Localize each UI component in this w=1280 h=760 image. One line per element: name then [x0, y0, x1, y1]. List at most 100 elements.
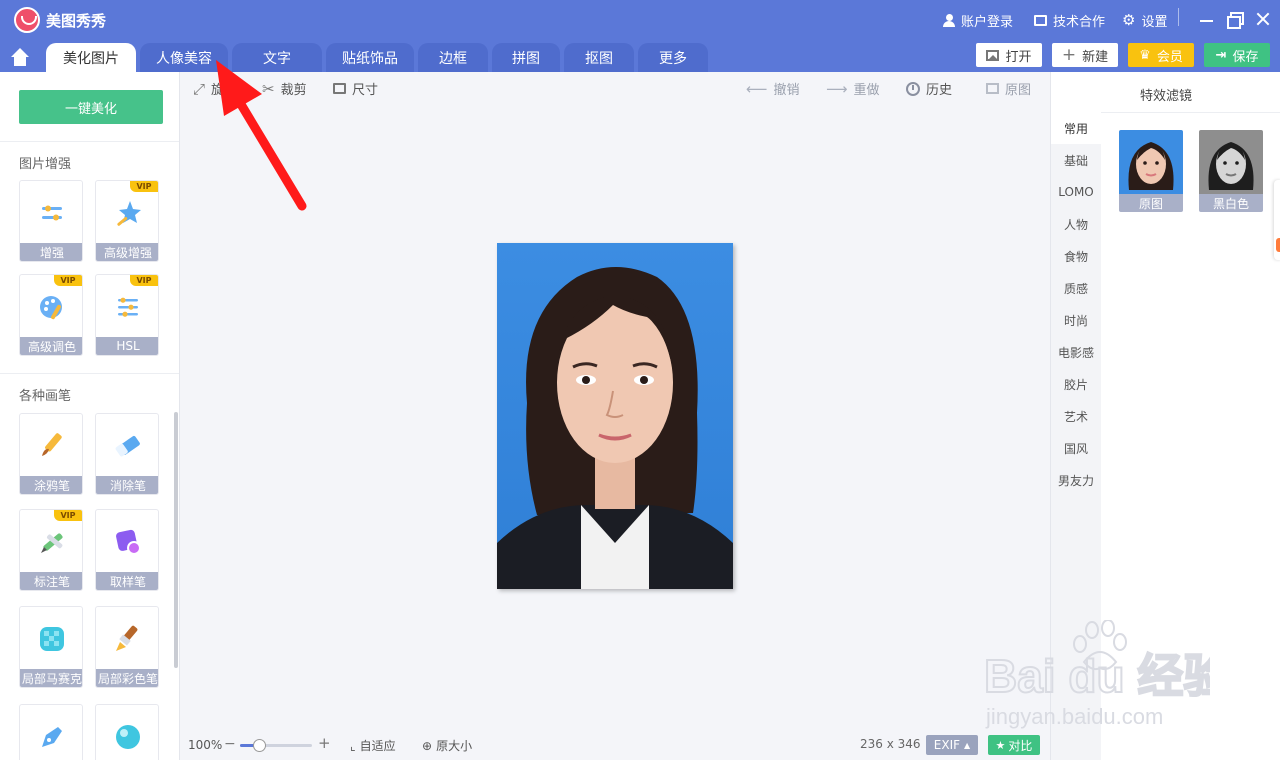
sliders-icon — [20, 181, 82, 245]
filter-category-item[interactable]: 质感 — [1051, 272, 1101, 304]
redo-arrow-icon: ⟶ — [826, 79, 848, 98]
filter-panel-title: 特效滤镜 — [1139, 89, 1192, 104]
color-brush-icon — [96, 607, 158, 671]
actual-size-label: 原大小 — [436, 739, 473, 753]
tab-cutout[interactable]: 抠图 — [564, 43, 634, 72]
tab-frame[interactable]: 边框 — [418, 43, 488, 72]
settings-label: 设置 — [1141, 15, 1168, 30]
tool-label: 局部马赛克 — [20, 669, 82, 687]
vip-button[interactable]: ♛ 会员 — [1128, 43, 1194, 67]
login-link[interactable]: 账户登录 — [943, 11, 1013, 30]
zoom-out-button[interactable]: − — [224, 736, 236, 752]
tab-more[interactable]: 更多 — [638, 43, 708, 72]
filter-category-item[interactable]: 胶片 — [1051, 368, 1101, 400]
tab-stickers[interactable]: 贴纸饰品 — [326, 43, 414, 72]
mosaic-icon — [20, 607, 82, 671]
tool-advanced-enhance[interactable]: VIP 高级增强 — [95, 180, 159, 262]
magnifier-icon: ⊕ — [422, 738, 433, 753]
cooperation-label: 技术合作 — [1053, 15, 1106, 30]
tool-label: 增强 — [20, 243, 82, 261]
resize-tool[interactable]: 尺寸 — [333, 79, 378, 98]
undo-button[interactable]: ⟵ 撤销 — [746, 79, 800, 99]
original-button[interactable]: 原图 — [986, 79, 1031, 98]
image-icon — [986, 49, 1000, 61]
tool-mosaic[interactable]: 局部马赛克 — [19, 606, 83, 688]
tool-pen-extra[interactable] — [19, 704, 83, 760]
history-button[interactable]: 历史 — [906, 79, 952, 98]
filter-category-item[interactable]: 时尚 — [1051, 304, 1101, 336]
tool-label: 高级增强 — [96, 243, 158, 261]
tool-doodle-pen[interactable]: 涂鸦笔 — [19, 413, 83, 495]
resize-label: 尺寸 — [352, 83, 379, 98]
filter-category-item[interactable]: 国风 — [1051, 432, 1101, 464]
tool-eraser-pen[interactable]: 消除笔 — [95, 413, 159, 495]
exif-button[interactable]: EXIF ▲ — [926, 735, 978, 755]
side-feedback-tab[interactable] — [1274, 180, 1280, 260]
zoom-slider[interactable] — [240, 739, 312, 752]
tool-enhance[interactable]: 增强 — [19, 180, 83, 262]
tool-advanced-color[interactable]: VIP 高级调色 — [19, 274, 83, 356]
vip-badge: VIP — [54, 510, 82, 521]
crop-label: 裁剪 — [280, 83, 307, 98]
actual-size-button[interactable]: ⊕ 原大小 — [422, 737, 472, 754]
home-icon[interactable] — [8, 48, 34, 70]
compare-button[interactable]: ★ 对比 — [988, 735, 1040, 755]
rotate-tool[interactable]: ⤢ 旋转 — [193, 79, 238, 99]
zoom-in-button[interactable]: + — [318, 734, 331, 752]
close-button[interactable] — [1252, 8, 1274, 30]
maximize-button[interactable] — [1224, 8, 1246, 30]
settings-link[interactable]: ⚙ 设置 — [1122, 11, 1168, 31]
compare-icon: ★ — [995, 738, 1006, 752]
login-label: 账户登录 — [961, 15, 1014, 30]
tab-text[interactable]: 文字 — [232, 43, 322, 72]
image-icon — [986, 83, 999, 94]
cooperation-link[interactable]: 技术合作 — [1034, 11, 1105, 30]
filter-category-item[interactable]: 电影感 — [1051, 336, 1101, 368]
filter-preview-image — [1119, 130, 1183, 194]
vip-label: 会员 — [1156, 49, 1183, 65]
tool-label: 局部彩色笔 — [96, 669, 158, 687]
divider — [0, 141, 179, 142]
new-button[interactable]: + 新建 — [1052, 43, 1118, 67]
tab-beautify[interactable]: 美化图片 — [46, 43, 136, 72]
tool-marker-pen[interactable]: VIP 标注笔 — [19, 509, 83, 591]
minimize-button[interactable] — [1196, 8, 1218, 30]
fit-window-button[interactable]: ⌞ 自适应 — [350, 737, 396, 754]
filter-black-white[interactable]: 黑白色 — [1199, 130, 1263, 212]
tool-hsl[interactable]: VIP HSL — [95, 274, 159, 356]
filter-category-item[interactable]: 男友力 — [1051, 464, 1101, 496]
rotate-label: 旋转 — [211, 83, 238, 98]
filter-category-item[interactable]: LOMO — [1051, 176, 1101, 208]
zoom-slider-thumb[interactable] — [253, 739, 267, 752]
filter-category-item[interactable]: 常用 — [1051, 112, 1101, 144]
tool-color-brush[interactable]: 局部彩色笔 — [95, 606, 159, 688]
filter-label: 黑白色 — [1199, 194, 1263, 212]
bubble-icon — [96, 705, 158, 760]
eraser-icon — [96, 414, 158, 478]
filter-category-item[interactable]: 人物 — [1051, 208, 1101, 240]
export-icon: ⇥ — [1215, 47, 1227, 63]
save-button[interactable]: ⇥ 保存 — [1204, 43, 1270, 67]
resize-icon — [333, 83, 346, 94]
filter-label: 原图 — [1119, 194, 1183, 212]
tool-sample-pen[interactable]: 取样笔 — [95, 509, 159, 591]
redo-button[interactable]: ⟶ 重做 — [826, 79, 880, 99]
filter-category-item[interactable]: 基础 — [1051, 144, 1101, 176]
portrait-photo[interactable] — [497, 243, 733, 589]
fit-icon: ⌞ — [350, 738, 356, 753]
vip-badge: VIP — [54, 275, 82, 286]
left-tool-panel: 一键美化 图片增强 增强 VIP 高级增强 VIP 高级调色 VIP HSL 各… — [0, 72, 180, 760]
left-panel-scrollbar[interactable] — [174, 412, 178, 668]
tab-collage[interactable]: 拼图 — [492, 43, 560, 72]
tool-bubble-extra[interactable] — [95, 704, 159, 760]
one-click-beautify-button[interactable]: 一键美化 — [19, 90, 163, 124]
original-label: 原图 — [1005, 83, 1032, 98]
title-bar: 美图秀秀 账户登录 技术合作 ⚙ 设置 — [0, 0, 1280, 40]
open-button[interactable]: 打开 — [976, 43, 1042, 67]
crop-tool[interactable]: ✂ 裁剪 — [262, 79, 307, 99]
filter-category-item[interactable]: 艺术 — [1051, 400, 1101, 432]
filter-preview-image — [1199, 130, 1263, 194]
filter-category-item[interactable]: 食物 — [1051, 240, 1101, 272]
filter-original[interactable]: 原图 — [1119, 130, 1183, 212]
tab-portrait[interactable]: 人像美容 — [140, 43, 228, 72]
